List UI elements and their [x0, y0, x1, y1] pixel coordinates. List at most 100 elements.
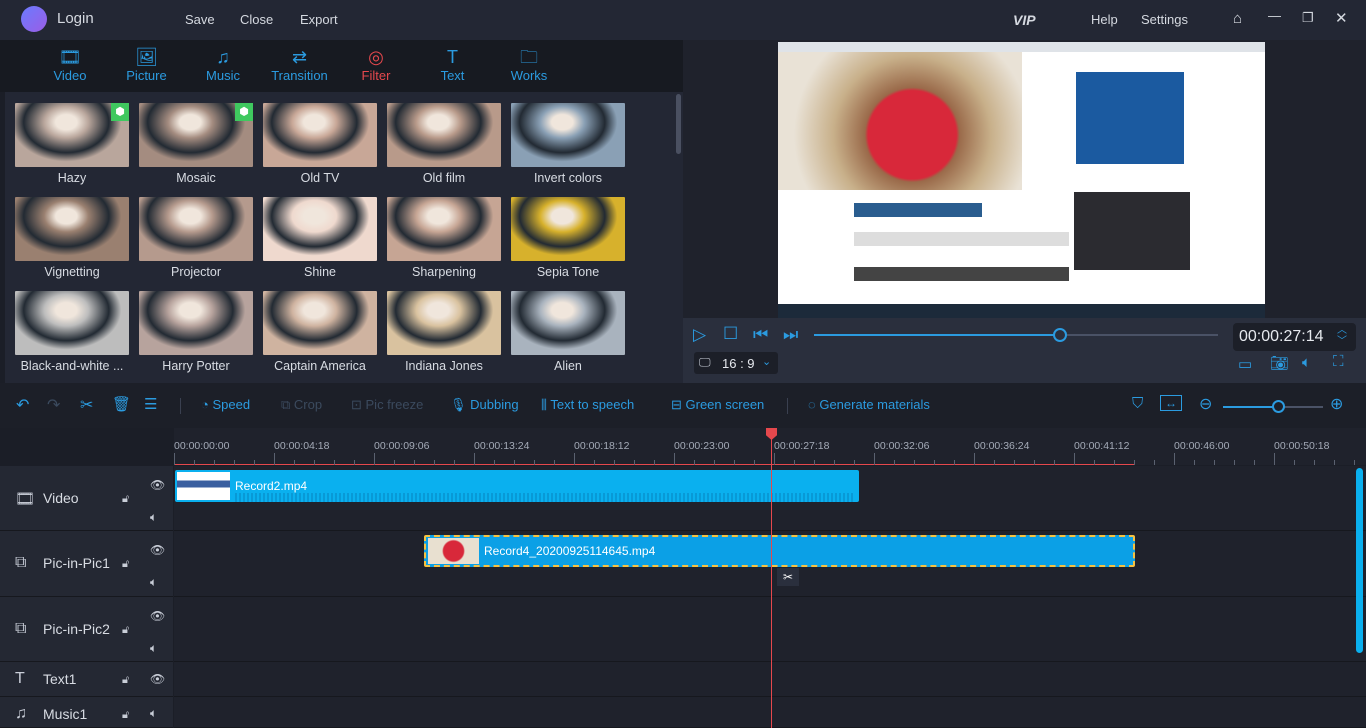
fullscreen-icon[interactable]: ⛶ — [1333, 353, 1344, 370]
play-icon[interactable]: ▷ — [693, 325, 706, 345]
pic-freeze-button[interactable]: ⊡ Pic freeze — [351, 397, 423, 413]
volume-icon[interactable]: 🔈︎ — [150, 706, 157, 721]
ruler-label: 00:00:50:18 — [1274, 440, 1330, 452]
save-button[interactable]: Save — [185, 12, 215, 27]
filter-thumbnail[interactable] — [15, 197, 129, 261]
timecode-field[interactable]: 00:00:27:14 ︿ ﹀ — [1233, 323, 1356, 351]
filter-thumbnail[interactable] — [511, 291, 625, 355]
split-scissors-icon[interactable]: ✂ — [777, 568, 799, 586]
next-frame-icon[interactable]: ⏭ — [783, 325, 798, 345]
login-link[interactable]: Login — [57, 10, 94, 27]
track-lane[interactable] — [174, 597, 1366, 662]
filter-thumbnail[interactable] — [387, 197, 501, 261]
delete-icon[interactable]: 🗑︎ — [112, 395, 131, 413]
ruler-tick — [1174, 453, 1175, 465]
grid-scrollbar[interactable] — [676, 94, 681, 154]
visibility-icon[interactable]: 👁︎ — [150, 543, 165, 557]
visibility-icon[interactable]: 👁︎ — [150, 609, 165, 623]
playback-slider[interactable] — [814, 328, 1218, 342]
preview-video[interactable] — [778, 42, 1265, 318]
volume-icon[interactable]: 🔈︎ — [150, 510, 157, 525]
close-window-icon[interactable]: ✕ — [1335, 9, 1348, 27]
ruler-tick — [654, 460, 655, 465]
playhead[interactable] — [766, 428, 777, 728]
green-screen-button[interactable]: ⊟ Green screen — [671, 397, 764, 413]
filter-thumbnail[interactable] — [263, 103, 377, 167]
tab-works[interactable]: 🗀 Works — [491, 46, 567, 83]
timeline-zoom-slider[interactable] — [1223, 400, 1323, 413]
crop-button[interactable]: ⧉ Crop — [281, 397, 322, 413]
ruler-tick — [1214, 460, 1215, 465]
filter-thumbnail[interactable] — [387, 103, 501, 167]
tab-picture[interactable]: 🖼︎ Picture — [109, 46, 185, 83]
scissors-icon[interactable]: ✂ — [80, 395, 93, 415]
tab-transition[interactable]: ⇄ Transition — [262, 46, 338, 83]
volume-icon[interactable]: 🔈︎ — [150, 575, 157, 590]
export-button[interactable]: Export — [300, 12, 338, 27]
filter-thumbnail[interactable] — [139, 291, 253, 355]
timeline-scrollbar[interactable] — [1356, 468, 1363, 653]
volume-icon[interactable]: 🔈︎ — [150, 641, 157, 656]
track-lane[interactable] — [174, 697, 1366, 728]
help-button[interactable]: Help — [1091, 12, 1118, 27]
dubbing-button[interactable]: 🎙︎ Dubbing — [450, 397, 519, 413]
adjust-icon[interactable]: ☰ — [144, 395, 157, 413]
lock-icon[interactable]: 🔓︎ — [122, 558, 129, 571]
volume-icon[interactable]: 🔈︎ — [1302, 354, 1311, 371]
screen-settings-icon[interactable]: ▭ — [1238, 355, 1252, 373]
home-icon[interactable]: ⌂ — [1233, 10, 1242, 27]
redo-icon[interactable]: ↷ — [47, 395, 60, 415]
filter-thumbnail[interactable] — [263, 291, 377, 355]
aspect-ratio-dropdown[interactable]: 🖵 16 : 9 ⌄ — [694, 352, 778, 374]
previous-frame-icon[interactable]: ⏮ — [753, 325, 768, 345]
lock-icon[interactable]: 🔓︎ — [122, 674, 129, 687]
vip-button[interactable]: VIP — [1013, 12, 1036, 28]
track-type-icon: T — [15, 670, 25, 687]
ruler-tick — [294, 460, 295, 465]
video-clip[interactable]: Record2.mp4 — [175, 470, 859, 502]
zoom-in-icon[interactable]: ⊕ — [1330, 394, 1343, 414]
filter-thumbnail[interactable] — [511, 103, 625, 167]
ruler-tick — [754, 460, 755, 465]
lock-icon[interactable]: 🔓︎ — [122, 624, 129, 637]
speed-button[interactable]: ◔ Speed — [201, 397, 250, 412]
generate-materials-button[interactable]: ◌ Generate materials — [808, 397, 930, 412]
tab-music[interactable]: ♫ Music — [185, 46, 261, 83]
media-tabs: 🎞︎ Video 🖼︎ Picture ♫ Music ⇄ Transition ◎ Filter… — [0, 40, 683, 92]
tab-text[interactable]: T Text — [415, 46, 491, 83]
camera-icon[interactable]: 📷︎ — [1270, 354, 1289, 372]
filter-thumbnail[interactable] — [263, 197, 377, 261]
lock-icon[interactable]: 🔓︎ — [122, 709, 129, 722]
filter-label: Projector — [170, 265, 222, 279]
undo-icon[interactable]: ↶ — [16, 395, 29, 415]
close-button[interactable]: Close — [240, 12, 273, 27]
filter-thumbnail[interactable] — [15, 291, 129, 355]
filter-thumbnail[interactable] — [139, 197, 253, 261]
pip-clip[interactable]: Record4_20200925114645.mp4 — [424, 535, 1135, 567]
ruler-tick — [994, 460, 995, 465]
ruler-tick — [354, 460, 355, 465]
visibility-icon[interactable]: 👁︎ — [150, 478, 165, 492]
crop-icon: ⧉ — [281, 397, 294, 412]
timecode-stepper-icon[interactable]: ︿ ﹀ — [1337, 325, 1347, 347]
stop-icon[interactable]: ☐ — [723, 324, 738, 344]
visibility-icon[interactable]: 👁︎ — [150, 672, 165, 686]
fit-timeline-icon[interactable]: ↔ — [1160, 395, 1182, 411]
ruler-tick — [1294, 460, 1295, 465]
filter-thumbnail[interactable] — [511, 197, 625, 261]
zoom-out-icon[interactable]: ⊖ — [1199, 394, 1212, 414]
filter-label: Indiana Jones — [405, 359, 483, 373]
lock-icon[interactable]: 🔓︎ — [122, 493, 129, 506]
track-lane[interactable] — [174, 662, 1366, 697]
ruler-tick — [694, 460, 695, 465]
filter-thumbnail[interactable] — [387, 291, 501, 355]
minimize-icon[interactable]: — — [1268, 8, 1281, 23]
ruler-tick — [1134, 460, 1135, 465]
ruler-tick — [574, 453, 575, 465]
marker-icon[interactable]: ⛉ — [1132, 395, 1143, 412]
settings-button[interactable]: Settings — [1141, 12, 1188, 27]
tab-video[interactable]: 🎞︎ Video — [32, 46, 108, 83]
tab-filter[interactable]: ◎ Filter — [338, 46, 414, 83]
maximize-icon[interactable]: ❐ — [1302, 10, 1314, 26]
text-to-speech-button[interactable]: ⫼ Text to speech — [541, 397, 634, 413]
